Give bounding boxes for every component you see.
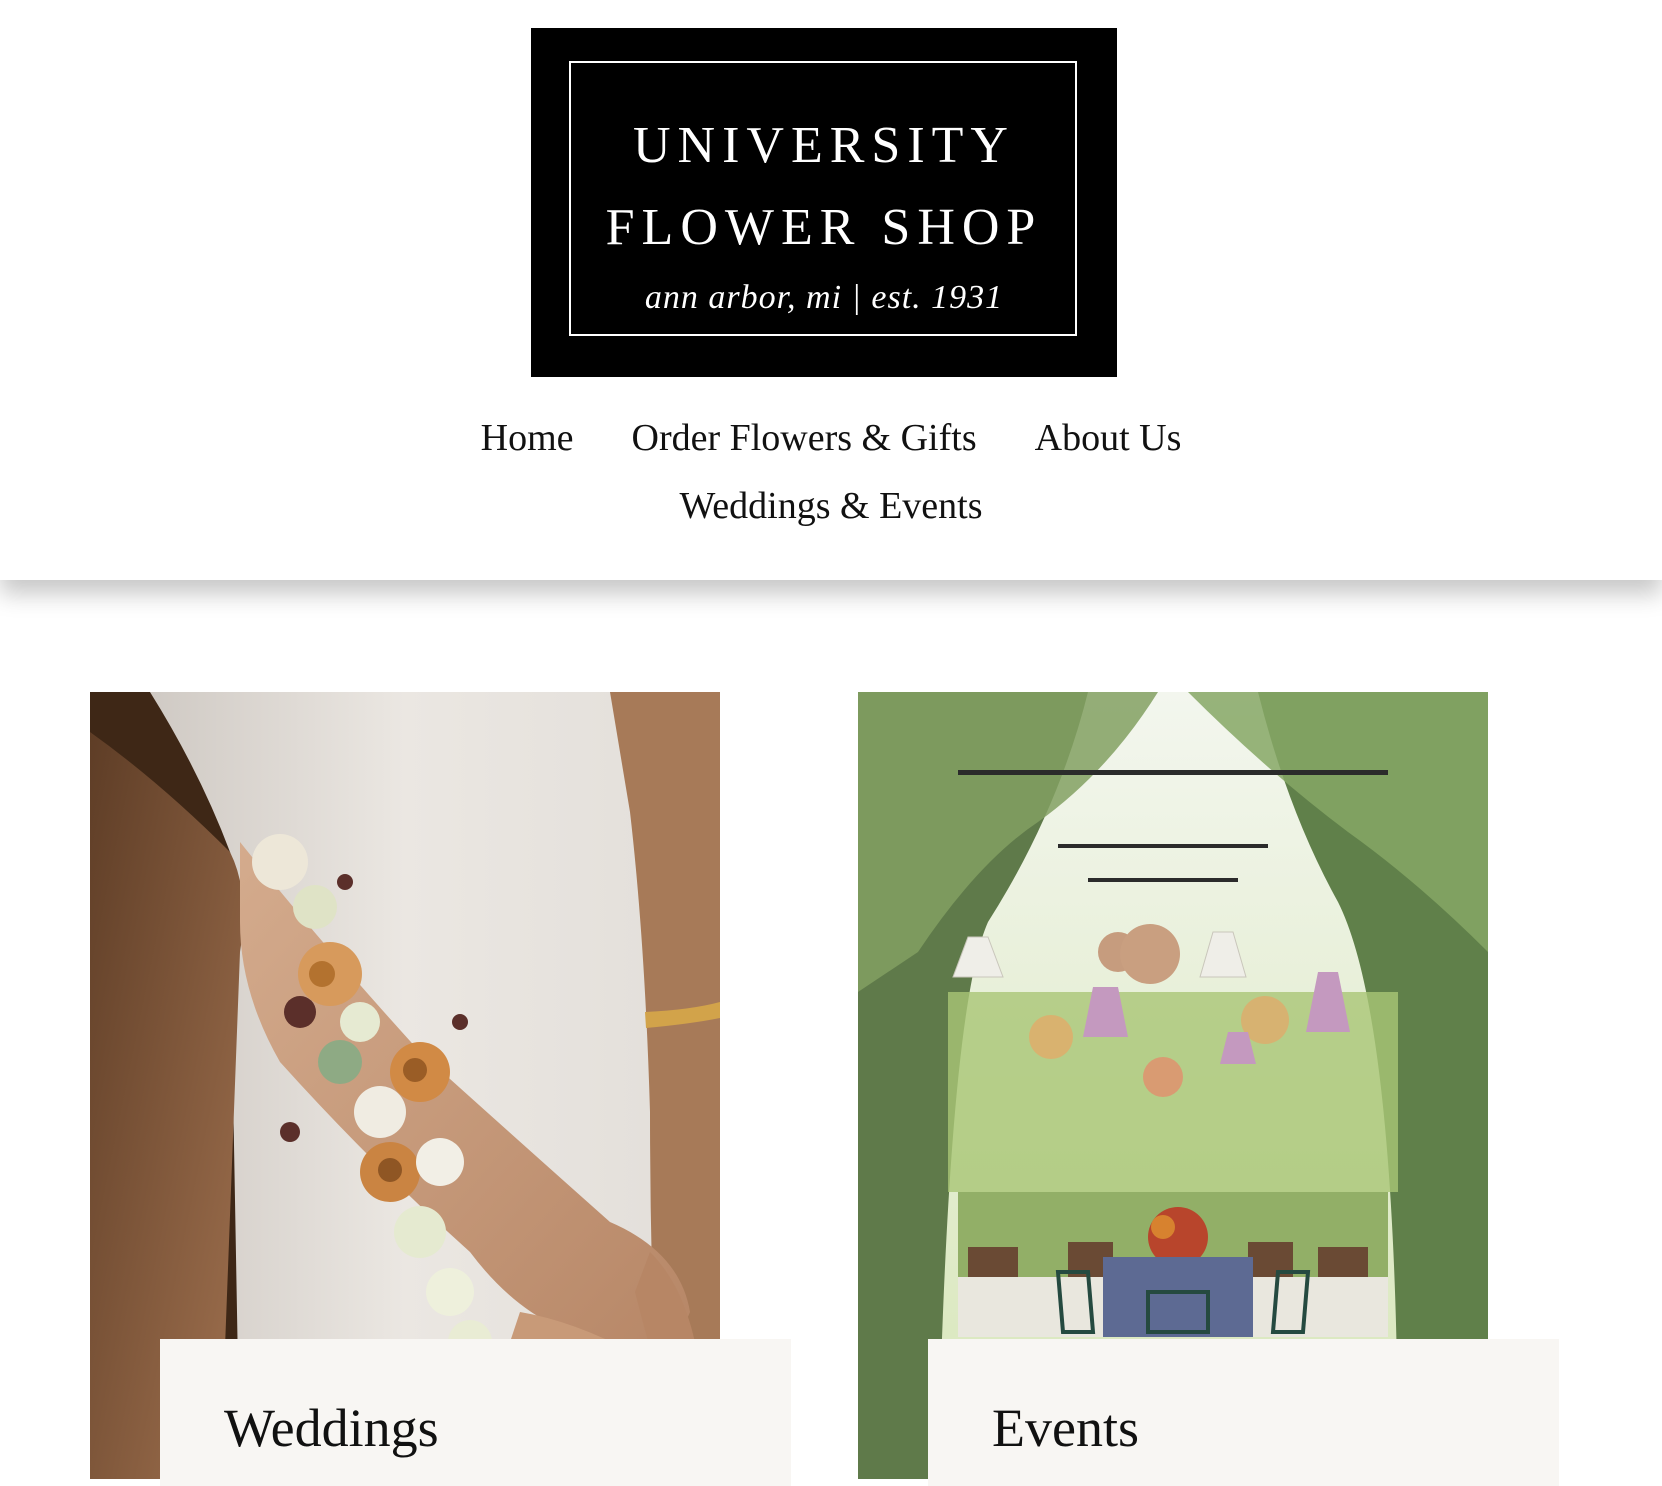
nav-link-home[interactable]: Home	[481, 416, 574, 460]
weddings-label-box: Weddings	[160, 1339, 791, 1486]
weddings-card[interactable]: Weddings	[90, 692, 791, 1486]
nav-row-secondary: Weddings & Events	[0, 476, 1662, 536]
nav-link-order-flowers-gifts[interactable]: Order Flowers & Gifts	[632, 416, 977, 460]
logo-line-flower-shop: FLOWER SHOP	[605, 199, 1043, 256]
shop-logo[interactable]: UNIVERSITY FLOWER SHOP ann arbor, mi | e…	[531, 28, 1117, 377]
nav-link-about-us[interactable]: About Us	[1035, 416, 1182, 460]
nav-row-primary: Home Order Flowers & Gifts About Us	[0, 408, 1662, 468]
main-nav: Home Order Flowers & Gifts About Us Wedd…	[0, 408, 1662, 536]
events-title[interactable]: Events	[992, 1401, 1139, 1455]
logo-line-university: UNIVERSITY	[633, 117, 1015, 174]
nav-link-weddings-events[interactable]: Weddings & Events	[679, 484, 982, 528]
events-label-box: Events	[928, 1339, 1559, 1486]
events-card[interactable]: Events	[858, 692, 1559, 1486]
weddings-title[interactable]: Weddings	[224, 1401, 439, 1455]
site-header: UNIVERSITY FLOWER SHOP ann arbor, mi | e…	[0, 0, 1662, 580]
logo-tagline: ann arbor, mi | est. 1931	[644, 279, 1004, 316]
